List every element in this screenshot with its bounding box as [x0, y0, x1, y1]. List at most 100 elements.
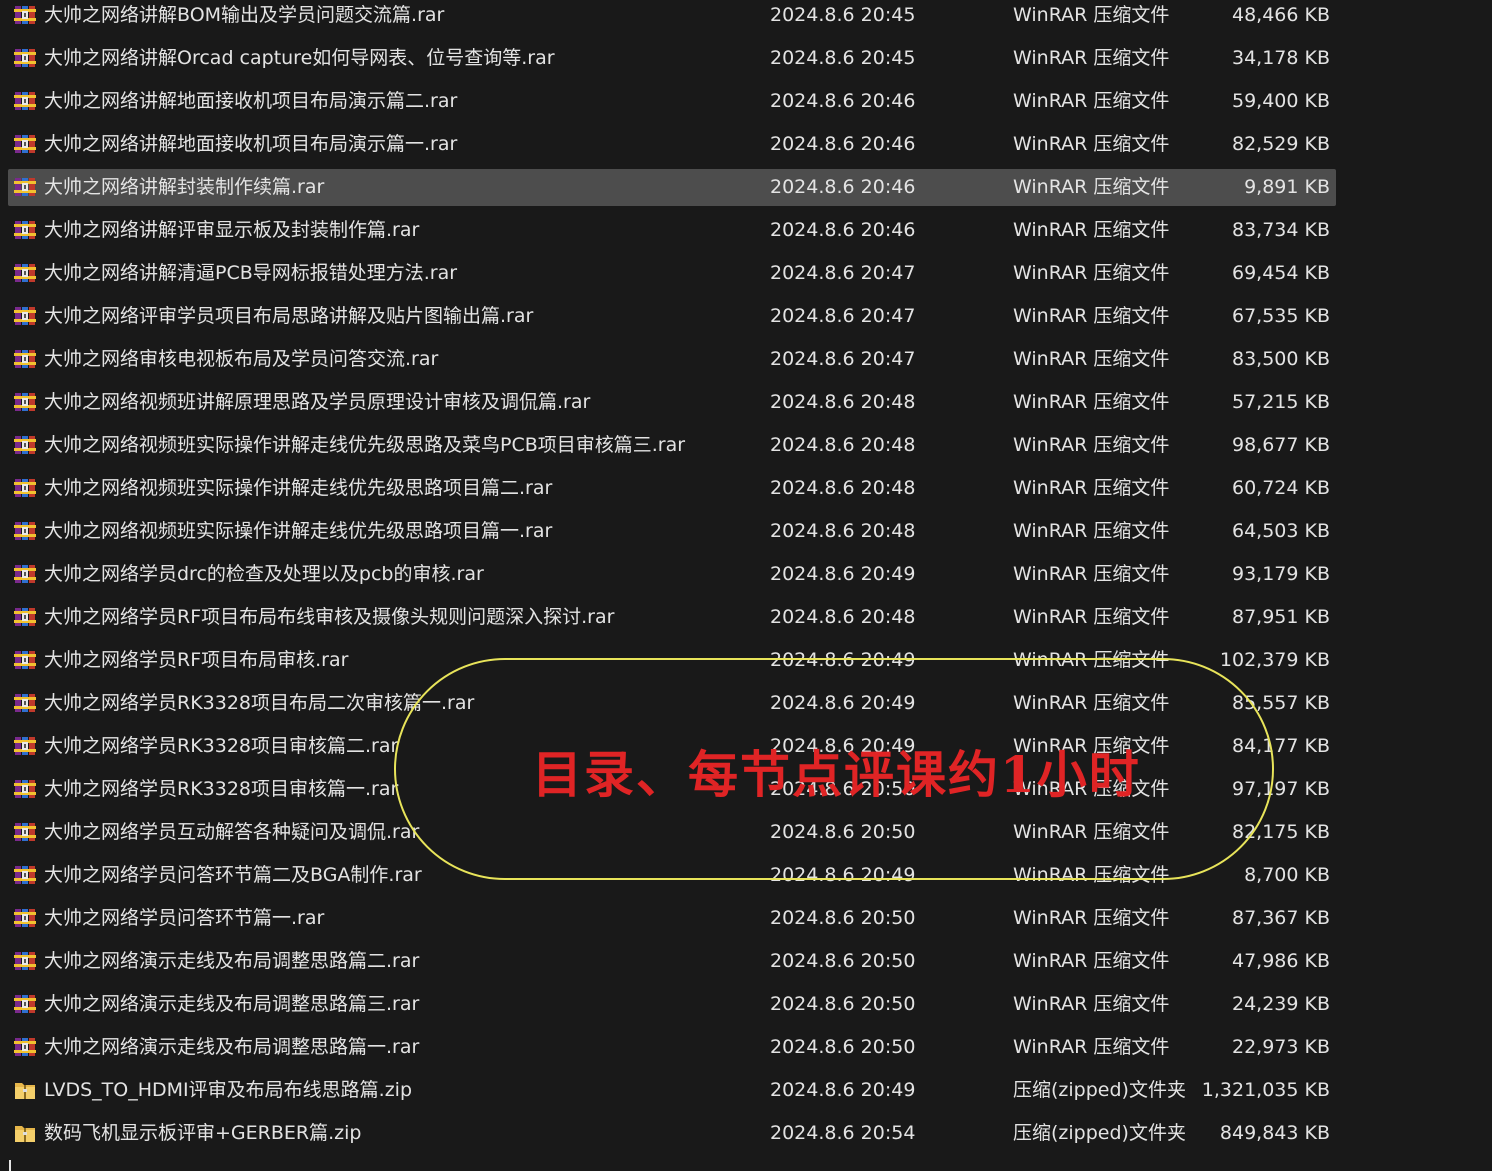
file-type: WinRAR 压缩文件	[1013, 477, 1170, 499]
file-row[interactable]: 大帅之网络审核电视板布局及学员问答交流.rar 2024.8.6 20:47 Win…	[8, 341, 1336, 378]
file-name: 大帅之网络讲解封装制作续篇.rar	[44, 176, 325, 198]
file-name: 大帅之网络视频班讲解原理思路及学员原理设计审核及调侃篇.rar	[44, 391, 591, 413]
winrar-archive-icon	[14, 349, 36, 369]
file-row[interactable]: 大帅之网络视频班实际操作讲解走线优先级思路项目篇二.rar 2024.8.6 20…	[8, 470, 1336, 507]
file-size: 98,677 KB	[1231, 434, 1330, 456]
file-type: WinRAR 压缩文件	[1013, 4, 1170, 26]
file-date: 2024.8.6 20:48	[770, 606, 916, 628]
winrar-archive-icon	[14, 865, 36, 885]
file-name: 大帅之网络审核电视板布局及学员问答交流.rar	[44, 348, 439, 370]
file-row[interactable]: 大帅之网络演示走线及布局调整思路篇二.rar 2024.8.6 20:50 WinR…	[8, 943, 1336, 980]
file-row[interactable]: 大帅之网络学员问答环节篇二及BGA制作.rar 2024.8.6 20:49 Win…	[8, 857, 1336, 894]
winrar-archive-icon	[14, 521, 36, 541]
file-date: 2024.8.6 20:47	[770, 348, 916, 370]
winrar-archive-icon	[14, 736, 36, 756]
file-name: 大帅之网络评审学员项目布局思路讲解及贴片图输出篇.rar	[44, 305, 534, 327]
file-type: WinRAR 压缩文件	[1013, 993, 1170, 1015]
file-date: 2024.8.6 20:49	[770, 649, 916, 671]
file-type: WinRAR 压缩文件	[1013, 305, 1170, 327]
file-row[interactable]: 大帅之网络讲解BOM输出及学员问题交流篇.rar 2024.8.6 20:45 Wi…	[8, 0, 1336, 34]
file-size: 97,197 KB	[1231, 778, 1330, 800]
file-row[interactable]: 大帅之网络学员问答环节篇一.rar 2024.8.6 20:50 WinRAR 压缩…	[8, 900, 1336, 937]
file-name: 大帅之网络学员问答环节篇一.rar	[44, 907, 325, 929]
file-type: WinRAR 压缩文件	[1013, 606, 1170, 628]
file-name: 大帅之网络演示走线及布局调整思路篇二.rar	[44, 950, 420, 972]
file-row[interactable]: 大帅之网络讲解清逼PCB导网标报错处理方法.rar 2024.8.6 20:47 W…	[8, 255, 1336, 292]
winrar-archive-icon	[14, 693, 36, 713]
file-type: 压缩(zipped)文件夹	[1013, 1122, 1186, 1144]
file-date: 2024.8.6 20:46	[770, 176, 916, 198]
file-date: 2024.8.6 20:47	[770, 305, 916, 327]
file-row[interactable]: 大帅之网络讲解地面接收机项目布局演示篇二.rar 2024.8.6 20:46 Wi…	[8, 83, 1336, 120]
file-size: 47,986 KB	[1231, 950, 1330, 972]
file-date: 2024.8.6 20:46	[770, 90, 916, 112]
file-row[interactable]: 大帅之网络学员RF项目布局审核.rar 2024.8.6 20:49 WinRAR …	[8, 642, 1336, 679]
file-size: 83,500 KB	[1231, 348, 1330, 370]
winrar-archive-icon	[14, 177, 36, 197]
file-name: 大帅之网络视频班实际操作讲解走线优先级思路及菜鸟PCB项目审核篇三.rar	[44, 434, 686, 456]
winrar-archive-icon	[14, 306, 36, 326]
winrar-archive-icon	[14, 435, 36, 455]
file-type: WinRAR 压缩文件	[1013, 950, 1170, 972]
annotation-text: 目录、每节点评课约1小时	[532, 745, 1141, 804]
file-date: 2024.8.6 20:50	[770, 821, 916, 843]
file-row[interactable]: 大帅之网络演示走线及布局调整思路篇三.rar 2024.8.6 20:50 WinR…	[8, 986, 1336, 1023]
winrar-archive-icon	[14, 91, 36, 111]
file-size: 84,177 KB	[1231, 735, 1330, 757]
file-type: WinRAR 压缩文件	[1013, 348, 1170, 370]
file-size: 82,175 KB	[1231, 821, 1330, 843]
file-size: 34,178 KB	[1231, 47, 1330, 69]
file-type: WinRAR 压缩文件	[1013, 219, 1170, 241]
file-size: 69,454 KB	[1231, 262, 1330, 284]
file-name: 大帅之网络演示走线及布局调整思路篇三.rar	[44, 993, 420, 1015]
file-row[interactable]: 大帅之网络讲解评审显示板及封装制作篇.rar 2024.8.6 20:46 WinR…	[8, 212, 1336, 249]
file-date: 2024.8.6 20:48	[770, 391, 916, 413]
zip-folder-icon	[14, 1123, 36, 1143]
winrar-archive-icon	[14, 134, 36, 154]
file-date: 2024.8.6 20:48	[770, 477, 916, 499]
winrar-archive-icon	[14, 263, 36, 283]
file-row[interactable]: 大帅之网络学员RK3328项目布局二次审核篇一.rar 2024.8.6 20:4…	[8, 685, 1336, 722]
file-row[interactable]: 大帅之网络讲解Orcad capture如何导网表、位号查询等.rar 2024.…	[8, 40, 1336, 77]
file-name: 大帅之网络讲解Orcad capture如何导网表、位号查询等.rar	[44, 47, 555, 69]
file-row[interactable]: 大帅之网络学员互动解答各种疑问及调侃.rar 2024.8.6 20:50 WinR…	[8, 814, 1336, 851]
winrar-archive-icon	[14, 220, 36, 240]
file-type: WinRAR 压缩文件	[1013, 520, 1170, 542]
file-row[interactable]: 数码飞机显示板评审+GERBER篇.zip 2024.8.6 20:54 压缩(zi…	[8, 1115, 1336, 1152]
text-cursor	[9, 1160, 11, 1171]
file-date: 2024.8.6 20:47	[770, 262, 916, 284]
file-row[interactable]: 大帅之网络讲解地面接收机项目布局演示篇一.rar 2024.8.6 20:46 Wi…	[8, 126, 1336, 163]
file-row[interactable]: LVDS_TO_HDMI评审及布局布线思路篇.zip 2024.8.6 20:49…	[8, 1072, 1336, 1109]
winrar-archive-icon	[14, 951, 36, 971]
file-name: 大帅之网络学员RK3328项目布局二次审核篇一.rar	[44, 692, 475, 714]
file-size: 102,379 KB	[1219, 649, 1330, 671]
file-size: 9,891 KB	[1244, 176, 1330, 198]
file-date: 2024.8.6 20:50	[770, 993, 916, 1015]
file-row[interactable]: 大帅之网络学员drc的检查及处理以及pcb的审核.rar 2024.8.6 20:…	[8, 556, 1336, 593]
file-row[interactable]: 大帅之网络视频班讲解原理思路及学员原理设计审核及调侃篇.rar 2024.8.6 …	[8, 384, 1336, 421]
winrar-archive-icon	[14, 1037, 36, 1057]
file-name: 大帅之网络视频班实际操作讲解走线优先级思路项目篇一.rar	[44, 520, 553, 542]
file-date: 2024.8.6 20:49	[770, 692, 916, 714]
file-row[interactable]: 大帅之网络视频班实际操作讲解走线优先级思路项目篇一.rar 2024.8.6 20…	[8, 513, 1336, 550]
winrar-archive-icon	[14, 650, 36, 670]
file-size: 67,535 KB	[1231, 305, 1330, 327]
file-row[interactable]: 大帅之网络讲解封装制作续篇.rar 2024.8.6 20:46 WinRAR 压缩…	[8, 169, 1336, 206]
winrar-archive-icon	[14, 564, 36, 584]
file-type: WinRAR 压缩文件	[1013, 692, 1170, 714]
file-name: 大帅之网络学员RF项目布局布线审核及摄像头规则问题深入探讨.rar	[44, 606, 615, 628]
file-type: WinRAR 压缩文件	[1013, 47, 1170, 69]
file-type: WinRAR 压缩文件	[1013, 391, 1170, 413]
file-type: WinRAR 压缩文件	[1013, 864, 1170, 886]
file-row[interactable]: 大帅之网络学员RF项目布局布线审核及摄像头规则问题深入探讨.rar 2024.8.…	[8, 599, 1336, 636]
file-size: 87,951 KB	[1231, 606, 1330, 628]
file-name: 大帅之网络学员RF项目布局审核.rar	[44, 649, 349, 671]
file-size: 87,367 KB	[1231, 907, 1330, 929]
file-row[interactable]: 大帅之网络视频班实际操作讲解走线优先级思路及菜鸟PCB项目审核篇三.rar 202…	[8, 427, 1336, 464]
winrar-archive-icon	[14, 392, 36, 412]
file-row[interactable]: 大帅之网络评审学员项目布局思路讲解及贴片图输出篇.rar 2024.8.6 20:…	[8, 298, 1336, 335]
file-size: 85,557 KB	[1231, 692, 1330, 714]
file-size: 59,400 KB	[1231, 90, 1330, 112]
file-size: 64,503 KB	[1231, 520, 1330, 542]
file-row[interactable]: 大帅之网络演示走线及布局调整思路篇一.rar 2024.8.6 20:50 WinR…	[8, 1029, 1336, 1066]
